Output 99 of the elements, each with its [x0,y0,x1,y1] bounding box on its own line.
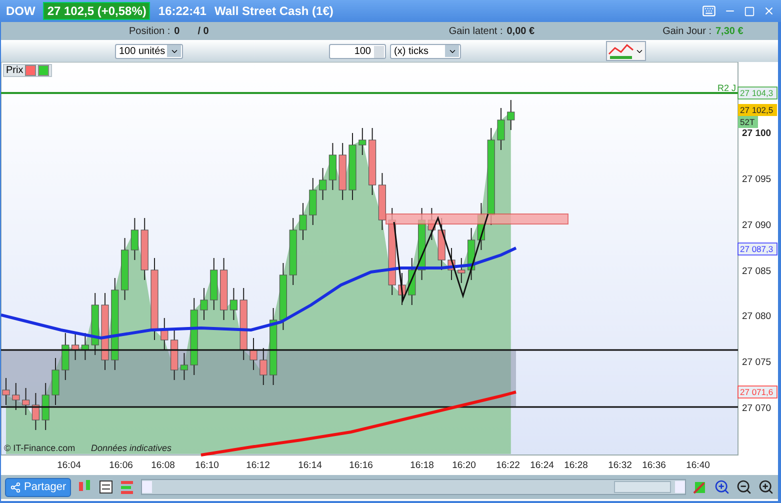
bars-icon[interactable] [119,479,136,495]
quantity-dropdown[interactable]: 100 unités [115,44,183,58]
candle [497,108,505,150]
position-label: Position : [129,26,170,36]
zoom-fit-icon[interactable] [714,479,730,495]
candle [170,328,178,380]
price-tick: 27 100 [742,128,772,139]
candle [458,258,466,284]
candle [398,272,406,306]
window-title: Wall Street Cash (1€) [214,4,334,18]
zoom-in-icon[interactable] [758,479,774,495]
candle [368,128,376,196]
dropdown-button[interactable] [445,45,459,57]
candle [210,258,218,310]
candle [328,142,336,190]
candle [220,258,228,320]
candle [448,248,456,280]
price-tick: 27 085 [742,266,772,277]
candle [22,388,30,416]
candle [338,142,346,200]
candle [378,172,386,230]
candle [32,392,40,430]
candle [130,218,138,260]
indicator-button[interactable] [606,41,646,61]
scroll-bar[interactable] [141,479,686,495]
candle [2,378,10,406]
candle [200,288,208,320]
price-tick: 27 075 [742,357,772,368]
price-tag: 52T [738,116,758,128]
candle [72,332,80,360]
maximize-button[interactable] [744,6,755,16]
candle [319,168,327,200]
maximize-icon [744,6,755,16]
candle [358,128,366,156]
candle [260,348,268,386]
panel-label: Prix [6,65,24,76]
time-tick: 16:32 [608,460,632,471]
orders-value: / 0 [198,26,209,36]
share-icon [10,482,21,492]
candle [348,132,356,200]
clock-text: 16:22:41 [158,4,206,18]
quote-badge: 27 102,5 (+0,58%) [43,2,150,20]
disclaimer-text: Données indicatives [91,443,172,453]
candle [140,218,148,280]
price-tag: 27 087,3 [738,242,778,256]
price-tag: 27 104,3 [738,86,778,100]
candle [12,382,20,410]
unit-dropdown[interactable]: (x) ticks [390,44,461,58]
price-tag: 27 071,6 [738,386,778,398]
candle [160,318,168,350]
time-tick: 16:08 [151,460,175,471]
candle [180,352,188,380]
panel-tag[interactable]: Prix [3,64,52,77]
price-tick: 27 080 [742,311,772,322]
copyright-text: © IT-Finance.com [4,443,76,453]
candle [289,218,297,286]
latent-label: Gain latent : [448,26,503,36]
candle [468,228,476,280]
zoom-out-icon[interactable] [736,479,752,495]
candle [121,238,129,300]
time-tick: 16:40 [686,460,710,471]
time-tick: 16:36 [642,460,666,471]
time-tick: 16:04 [57,460,81,471]
time-tick: 16:18 [410,460,434,471]
candle [299,202,307,240]
candle [62,332,70,380]
candle [230,288,238,320]
time-tick: 16:28 [564,460,588,471]
candle [52,358,60,406]
price-tick: 27 095 [742,174,772,185]
dropdown-button[interactable] [167,45,181,57]
list-icon[interactable] [99,480,114,494]
day-gain-value: 7,30 € [715,26,744,36]
time-tick: 16:22 [496,460,520,471]
candle [250,338,258,370]
day-gain-label: Gain Jour : [662,26,712,36]
candle [91,292,99,356]
candle [42,382,50,430]
scroll-thumb[interactable] [614,481,671,493]
candle [507,100,515,130]
time-tick: 16:14 [298,460,322,471]
time-tick: 16:12 [246,460,270,471]
candle [309,178,317,226]
time-tick: 16:16 [349,460,373,471]
time-tick: 16:10 [195,460,219,471]
time-tick: 16:24 [530,460,554,471]
price-tag: 27 102,5 [738,104,777,116]
level-label: R2 J [717,83,736,93]
price-tick: 27 090 [742,220,772,231]
candle [408,258,416,306]
step-spinner[interactable]: 100 [329,44,386,58]
candle [279,262,287,330]
time-tick: 16:06 [109,460,133,471]
latent-value: 0,00 € [506,26,535,36]
candle [81,332,89,360]
price-tick: 27 070 [742,403,772,414]
time-tick: 16:20 [452,460,476,471]
keyboard-icon[interactable] [702,4,716,18]
position-value: 0 [174,26,180,36]
